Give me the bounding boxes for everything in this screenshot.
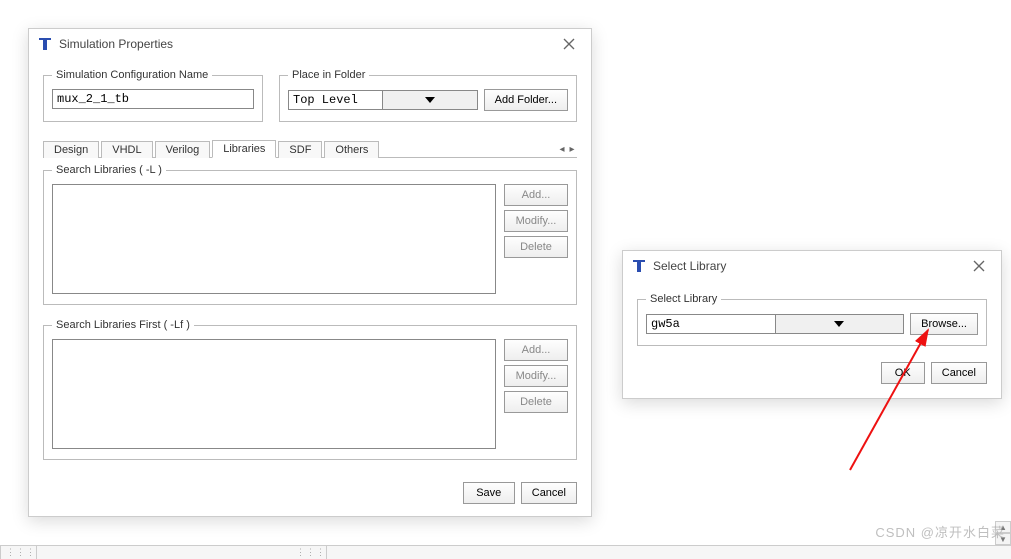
close-icon[interactable] — [555, 34, 583, 54]
dialog-titlebar: Simulation Properties — [29, 29, 591, 59]
tab-sdf[interactable]: SDF — [278, 141, 322, 158]
search-libs-delete-button[interactable]: Delete — [504, 236, 568, 258]
select-library-legend: Select Library — [646, 293, 721, 305]
dialog-title: Simulation Properties — [59, 37, 555, 51]
app-icon — [37, 36, 53, 52]
select-cancel-button[interactable]: Cancel — [931, 362, 987, 384]
search-libraries-list[interactable] — [52, 184, 496, 294]
statusbar: ⋮⋮⋮ ⋮⋮⋮ — [0, 545, 1011, 559]
search-libraries-first-list[interactable] — [52, 339, 496, 449]
select-library-group: Select Library gw5a Browse... — [637, 293, 987, 346]
place-in-folder-legend: Place in Folder — [288, 69, 369, 81]
search-libs-first-delete-button[interactable]: Delete — [504, 391, 568, 413]
tab-vhdl[interactable]: VHDL — [101, 141, 152, 158]
splitter-grip-icon[interactable]: ⋮⋮⋮ — [296, 545, 326, 559]
splitter-grip-icon[interactable]: ⋮⋮⋮ — [6, 545, 36, 559]
config-name-legend: Simulation Configuration Name — [52, 69, 212, 81]
search-libraries-group: Search Libraries ( -L ) Add... Modify...… — [43, 164, 577, 305]
add-folder-button[interactable]: Add Folder... — [484, 89, 568, 111]
config-name-group: Simulation Configuration Name — [43, 69, 263, 122]
browse-button[interactable]: Browse... — [910, 313, 978, 335]
chevron-down-icon — [775, 315, 904, 333]
library-combo-value: gw5a — [647, 316, 775, 332]
simulation-properties-dialog: Simulation Properties Simulation Configu… — [28, 28, 592, 517]
save-button[interactable]: Save — [463, 482, 515, 504]
search-libraries-first-legend: Search Libraries First ( -Lf ) — [52, 319, 194, 331]
folder-combo-value: Top Level — [289, 92, 382, 108]
search-libs-modify-button[interactable]: Modify... — [504, 210, 568, 232]
config-name-input[interactable] — [52, 89, 254, 109]
cancel-button[interactable]: Cancel — [521, 482, 577, 504]
select-library-titlebar: Select Library — [623, 251, 1001, 281]
watermark: CSDN @凉开水白菜 — [875, 522, 1005, 541]
search-libs-add-button[interactable]: Add... — [504, 184, 568, 206]
app-icon — [631, 258, 647, 274]
chevron-down-icon — [382, 91, 476, 109]
tab-others[interactable]: Others — [324, 141, 379, 158]
tab-verilog[interactable]: Verilog — [155, 141, 211, 158]
close-icon[interactable] — [965, 256, 993, 276]
search-libraries-first-group: Search Libraries First ( -Lf ) Add... Mo… — [43, 319, 577, 460]
library-combo[interactable]: gw5a — [646, 314, 904, 334]
tab-design[interactable]: Design — [43, 141, 99, 158]
search-libraries-legend: Search Libraries ( -L ) — [52, 164, 166, 176]
place-in-folder-group: Place in Folder Top Level Add Folder... — [279, 69, 577, 122]
search-libs-first-modify-button[interactable]: Modify... — [504, 365, 568, 387]
select-library-title: Select Library — [653, 259, 965, 273]
tabs-scroll-icon[interactable]: ◂▸ — [557, 144, 577, 157]
tabs: Design VHDL Verilog Libraries SDF Others… — [43, 136, 577, 158]
ok-button[interactable]: OK — [881, 362, 925, 384]
tab-libraries[interactable]: Libraries — [212, 140, 276, 158]
select-library-dialog: Select Library Select Library gw5a Brows… — [622, 250, 1002, 399]
search-libs-first-add-button[interactable]: Add... — [504, 339, 568, 361]
folder-combo[interactable]: Top Level — [288, 90, 478, 110]
